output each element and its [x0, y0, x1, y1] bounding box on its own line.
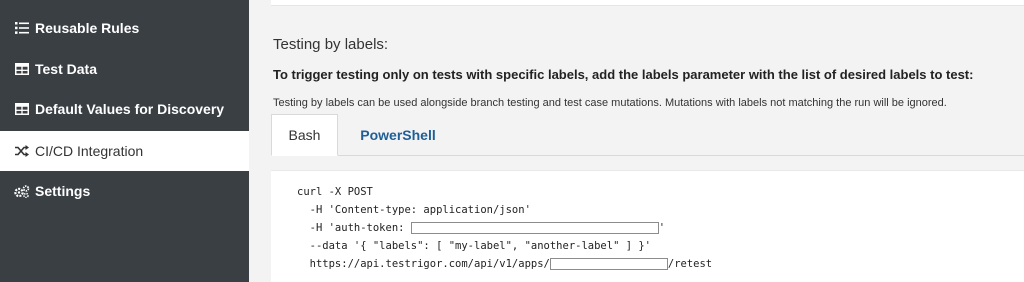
sidebar-item-settings[interactable]: Settings [0, 171, 249, 211]
code-line: -H 'auth-token: [297, 222, 411, 234]
gears-icon [14, 183, 30, 199]
tab-powershell[interactable]: PowerShell [338, 114, 458, 156]
panel-top-edge [271, 0, 1024, 6]
shuffle-icon [14, 143, 30, 159]
sidebar-item-label: CI/CD Integration [35, 143, 144, 159]
sidebar-item-label: Test Data [35, 61, 97, 77]
instruction-text: To trigger testing only on tests with sp… [273, 67, 974, 82]
code-line: https://api.testrigor.com/api/v1/apps/ [297, 258, 550, 270]
sidebar: Reusable Rules Test Data Default Values … [0, 0, 249, 282]
table-icon [14, 61, 30, 77]
sidebar-item-cicd-integration[interactable]: CI/CD Integration [0, 131, 249, 171]
sidebar-item-default-values[interactable]: Default Values for Discovery [0, 89, 249, 129]
sidebar-item-label: Settings [35, 183, 91, 199]
sidebar-item-label: Reusable Rules [35, 20, 140, 36]
redacted-app-id [549, 258, 668, 270]
code-block: curl -X POST -H 'Content-type: applicati… [271, 170, 1024, 282]
code-line: ' [658, 222, 666, 234]
list-icon [14, 20, 30, 36]
tab-bash[interactable]: Bash [271, 114, 338, 156]
main-content: Testing by labels: To trigger testing on… [249, 0, 1024, 282]
table-icon [14, 101, 30, 117]
code-text: curl -X POST -H 'Content-type: applicati… [297, 183, 712, 273]
note-text: Testing by labels can be used alongside … [273, 97, 947, 109]
sidebar-item-reusable-rules[interactable]: Reusable Rules [0, 8, 249, 48]
code-line: --data '{ "labels": [ "my-label", "anoth… [297, 240, 652, 252]
redacted-token [410, 222, 659, 234]
sidebar-item-test-data[interactable]: Test Data [0, 49, 249, 89]
shell-tabs: Bash PowerShell [271, 114, 1024, 156]
code-line: curl -X POST [297, 186, 373, 198]
sidebar-item-label: Default Values for Discovery [35, 101, 225, 117]
code-line: /retest [667, 258, 713, 270]
code-line: -H 'Content-type: application/json' [297, 204, 531, 216]
section-heading: Testing by labels: [273, 36, 389, 53]
